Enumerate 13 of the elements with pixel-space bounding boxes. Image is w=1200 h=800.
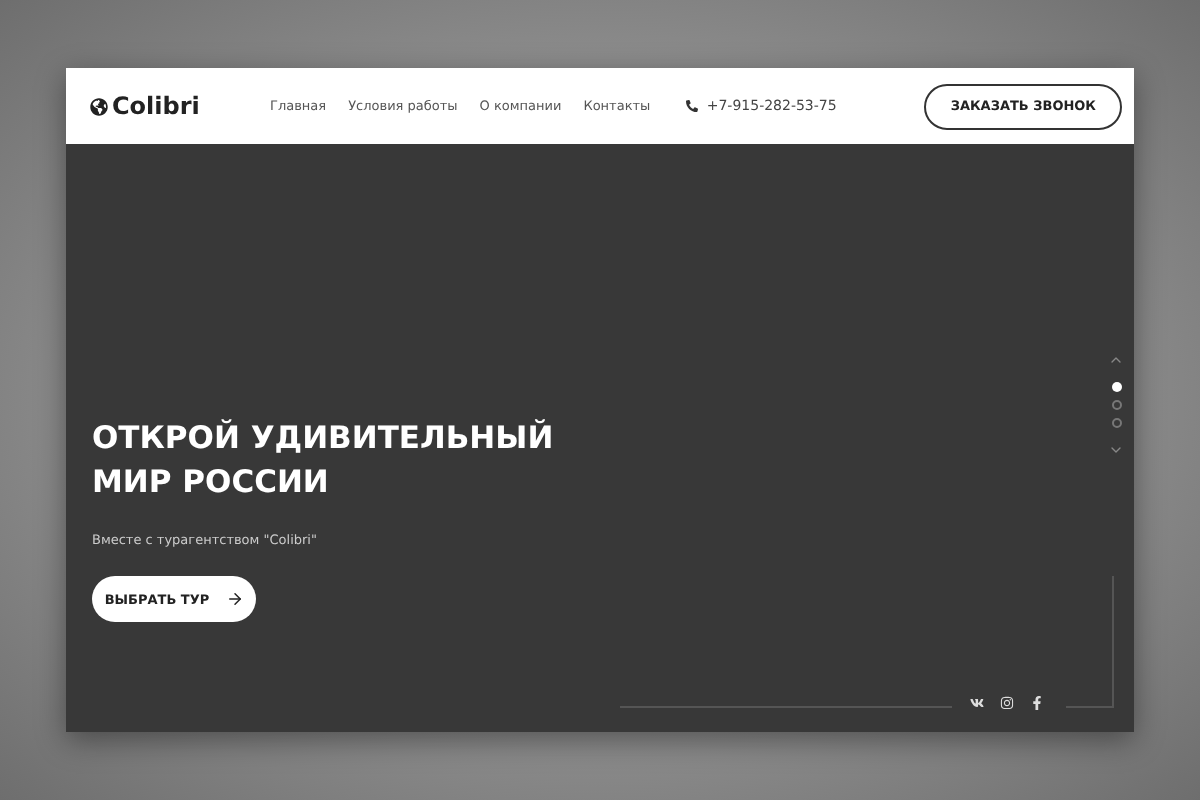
logo[interactable]: Colibri bbox=[112, 92, 200, 120]
instagram-icon[interactable] bbox=[1000, 696, 1014, 710]
arrow-icon bbox=[225, 590, 244, 608]
phone-icon bbox=[686, 100, 699, 112]
slide-dot[interactable] bbox=[1111, 382, 1121, 392]
globe-icon bbox=[90, 97, 108, 115]
chevron-down-icon[interactable] bbox=[1108, 442, 1124, 458]
hero-title: ОТКРОЙ УДИВИТЕЛЬНЫЙ МИР РОССИИ bbox=[92, 417, 554, 504]
slide-dot[interactable] bbox=[1111, 418, 1121, 428]
slide-dot[interactable] bbox=[1111, 400, 1121, 410]
vk-icon[interactable] bbox=[970, 696, 984, 710]
facebook-icon[interactable] bbox=[1030, 696, 1044, 710]
chevron-up-icon[interactable] bbox=[1108, 352, 1124, 368]
